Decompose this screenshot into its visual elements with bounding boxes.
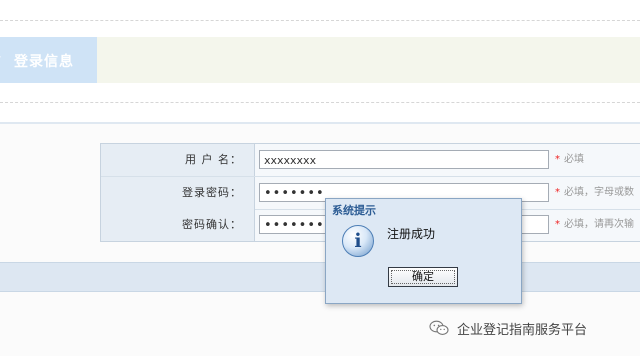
tab-edge-glyph: › [0,49,2,65]
username-hint-text: 必填 [564,154,584,165]
watermark-text: 企业登记指南服务平台 [457,322,588,338]
password-hint: * 必填，字母或数 [555,177,634,209]
section-tab: › 登录信息 [0,37,97,83]
confirm-password-hint: * 必填，请再次输 [555,209,634,241]
section-divider [0,102,640,103]
ok-button[interactable]: 确定 [388,267,458,287]
system-alert-dialog: 系统提示 i 注册成功 确定 [325,198,522,304]
password-label: 登录密码： [101,177,255,209]
password-hint-text: 必填，字母或数 [564,187,634,198]
username-input[interactable]: xxxxxxxx [259,150,549,169]
dialog-message: 注册成功 [387,227,436,241]
username-hint: * 必填 [555,144,584,176]
required-star: * [555,154,560,165]
info-icon: i [342,225,374,257]
required-star: * [555,219,560,230]
confirm-hint-text: 必填，请再次输 [564,219,634,230]
action-bar [0,262,640,292]
wechat-icon [429,320,449,336]
required-star: * [555,187,560,198]
dialog-title: 系统提示 [332,204,376,217]
username-label: 用 户 名： [101,144,255,176]
top-divider [0,20,640,21]
confirm-password-label: 密码确认： [101,209,255,241]
form-row-username: 用 户 名： xxxxxxxx * 必填 [101,144,640,177]
section-title: 登录信息 [14,54,74,70]
watermark: 企业登记指南服务平台 [429,318,587,338]
